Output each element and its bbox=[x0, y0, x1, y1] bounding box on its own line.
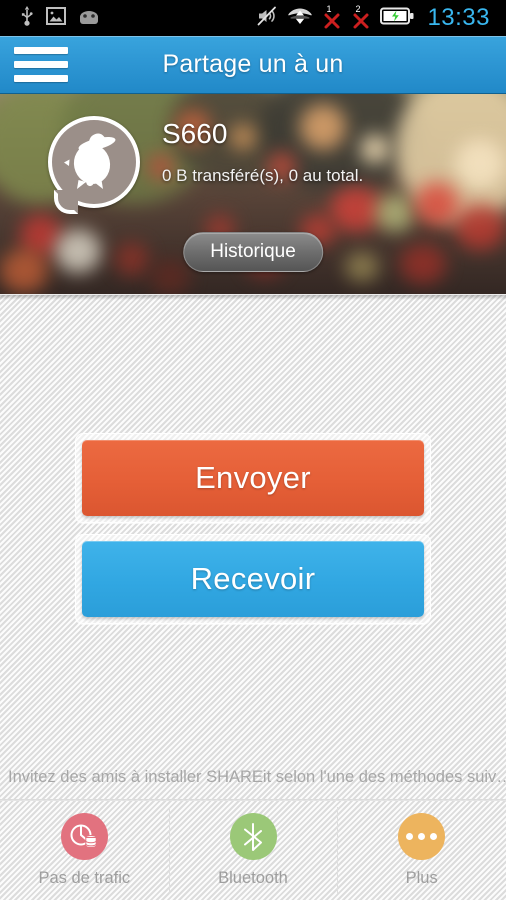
receive-button-frame: Recevoir bbox=[75, 534, 431, 624]
bottom-item-label: Plus bbox=[405, 869, 438, 887]
header-shadow bbox=[0, 295, 506, 300]
title-bar: Partage un à un bbox=[0, 36, 506, 94]
bottom-item-more[interactable]: Plus bbox=[337, 801, 506, 900]
status-bar-clock: 13:33 bbox=[427, 4, 490, 31]
app-root: 1 2 13:33 Partage un à un S660 0 B trans… bbox=[0, 0, 506, 900]
no-traffic-data-icon bbox=[60, 813, 108, 860]
action-button-area: Envoyer Recevoir bbox=[0, 295, 506, 756]
status-bar: 1 2 13:33 bbox=[0, 0, 506, 36]
history-button[interactable]: Historique bbox=[183, 232, 323, 272]
transfer-status: 0 B transféré(s), 0 au total. bbox=[162, 166, 364, 185]
android-head-icon bbox=[78, 8, 100, 29]
status-bar-right-icons: 1 2 13:33 bbox=[256, 5, 498, 32]
bluetooth-icon bbox=[229, 813, 277, 860]
battery-charging-icon bbox=[380, 7, 414, 30]
bottom-item-bluetooth[interactable]: Bluetooth bbox=[168, 801, 338, 900]
send-button-frame: Envoyer bbox=[75, 433, 431, 523]
more-dots-icon bbox=[398, 813, 446, 860]
usb-icon bbox=[20, 5, 34, 31]
invite-hint-text: Invitez des amis à installer SHAREit sel… bbox=[0, 756, 506, 800]
screenshot-image-icon bbox=[46, 6, 66, 30]
bottom-item-label: Bluetooth bbox=[218, 869, 288, 887]
shareit-bird-avatar bbox=[48, 116, 140, 214]
bottom-bar: Pas de trafic Bluetooth Plus bbox=[0, 800, 506, 900]
bottom-item-label: Pas de trafic bbox=[38, 869, 131, 887]
sim2-no-signal-icon: 2 bbox=[351, 5, 371, 30]
receive-button[interactable]: Recevoir bbox=[82, 541, 424, 617]
page-title: Partage un à un bbox=[162, 50, 344, 78]
device-name: S660 bbox=[162, 118, 228, 149]
sim1-no-signal-icon: 1 bbox=[322, 5, 342, 30]
status-bar-left-icons bbox=[8, 5, 100, 31]
data-transfer-icon bbox=[287, 5, 313, 32]
mute-icon bbox=[256, 5, 278, 32]
main-content: Envoyer Recevoir Invitez des amis à inst… bbox=[0, 295, 506, 900]
bottom-item-no-traffic[interactable]: Pas de trafic bbox=[0, 801, 169, 900]
hamburger-menu-icon[interactable] bbox=[14, 47, 68, 82]
send-button[interactable]: Envoyer bbox=[82, 440, 424, 516]
